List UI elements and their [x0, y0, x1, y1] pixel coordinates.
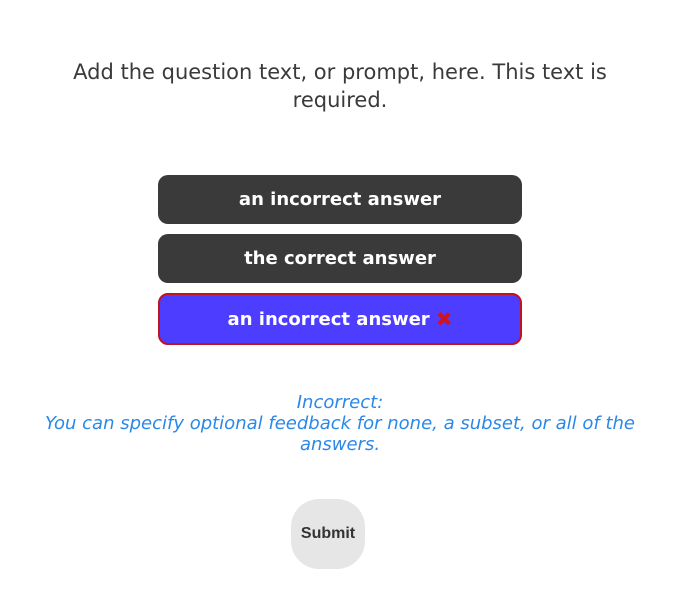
answer-label: an incorrect answer: [238, 189, 442, 210]
x-icon: ✖: [435, 307, 453, 331]
answer-option-3[interactable]: an incorrect answer ✖: [158, 293, 522, 345]
question-prompt: Add the question text, or prompt, here. …: [73, 60, 607, 112]
submit-button[interactable]: Submit: [291, 499, 365, 569]
feedback-text: You can specify optional feedback for no…: [44, 413, 636, 455]
answer-option-1[interactable]: an incorrect answer: [158, 175, 522, 224]
feedback-message: Incorrect: You can specify optional feed…: [30, 392, 650, 455]
feedback-heading: Incorrect:: [296, 392, 384, 413]
answer-label: the correct answer: [244, 248, 436, 269]
answer-list: an incorrect answer the correct answer a…: [158, 175, 522, 355]
answer-option-2[interactable]: the correct answer: [158, 234, 522, 283]
answer-label: an incorrect answer: [227, 308, 430, 330]
